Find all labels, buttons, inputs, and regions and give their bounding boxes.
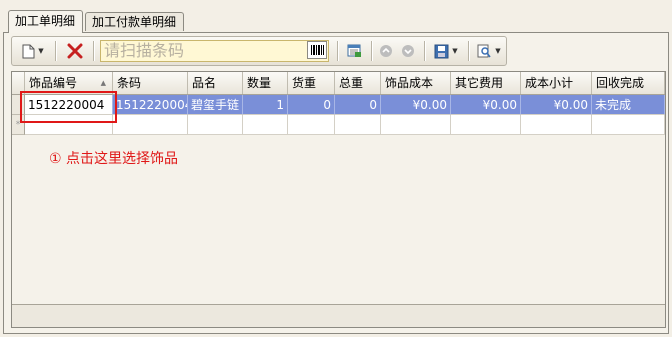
export-button[interactable] [343, 40, 365, 62]
toolbar-separator [468, 41, 470, 61]
cell-other-fees[interactable] [451, 115, 521, 135]
find-icon [477, 44, 491, 57]
column-header-total-weight[interactable]: 总重 [335, 72, 381, 94]
cell-item-cost[interactable] [381, 115, 451, 135]
up-arrow-circle-icon [380, 45, 392, 57]
cell-product-name[interactable] [188, 115, 243, 135]
chevron-down-icon: ▼ [452, 47, 458, 55]
toolbar-separator [55, 41, 57, 61]
chevron-down-icon: ▼ [495, 47, 501, 55]
cell-other-fees[interactable]: ¥0.00 [451, 95, 521, 115]
toolbar-separator [93, 41, 95, 61]
barcode-icon[interactable] [307, 41, 327, 59]
new-button[interactable]: ▼ [16, 40, 50, 62]
down-arrow-circle-icon [402, 45, 414, 57]
column-header-product-name[interactable]: 品名 [188, 72, 243, 94]
chevron-down-icon: ▼ [38, 47, 44, 55]
cell-item-cost[interactable]: ¥0.00 [381, 95, 451, 115]
column-header-other-fees[interactable]: 其它费用 [451, 72, 521, 94]
highlight-box [20, 91, 117, 123]
cell-cost-subtotal[interactable] [521, 115, 592, 135]
previous-button[interactable] [376, 40, 396, 62]
cell-total-weight[interactable] [335, 115, 381, 135]
export-grid-icon [347, 44, 361, 57]
delete-button[interactable] [63, 40, 87, 62]
instruction-note: ① 点击这里选择饰品 [49, 151, 179, 167]
cell-total-weight[interactable]: 0 [335, 95, 381, 115]
cell-cost-subtotal[interactable]: ¥0.00 [521, 95, 592, 115]
toolbar-separator [337, 41, 339, 61]
toolbar: ▼ 请扫描条码 ▼ ▼ [11, 36, 507, 66]
toolbar-separator [424, 41, 426, 61]
barcode-input[interactable]: 请扫描条码 [100, 40, 329, 62]
tab-panel: ▼ 请扫描条码 ▼ ▼ 饰品编号 ▲ 条码 品名 数量 货重 总重 饰品成本 其… [3, 32, 669, 334]
column-header-recycle-complete[interactable]: 回收完成 [592, 72, 665, 94]
cell-quantity[interactable] [243, 115, 288, 135]
column-header-quantity[interactable]: 数量 [243, 72, 288, 94]
tab-processing-payment-detail[interactable]: 加工付款单明细 [85, 12, 184, 31]
save-disk-icon [434, 44, 449, 58]
cell-product-name[interactable]: 碧玺手链 [188, 95, 243, 115]
tab-processing-detail[interactable]: 加工单明细 [8, 10, 83, 33]
save-button[interactable]: ▼ [429, 40, 463, 62]
column-label: 饰品编号 [29, 76, 78, 90]
cell-barcode[interactable]: 1512220004 [113, 95, 188, 115]
column-header-goods-weight[interactable]: 货重 [288, 72, 335, 94]
delete-x-icon [67, 43, 83, 59]
cell-quantity[interactable]: 1 [243, 95, 288, 115]
toolbar-separator [371, 41, 373, 61]
new-document-icon [22, 44, 35, 58]
cell-goods-weight[interactable]: 0 [288, 95, 335, 115]
next-button[interactable] [398, 40, 418, 62]
column-header-barcode[interactable]: 条码 [113, 72, 188, 94]
cell-recycle-complete[interactable] [592, 115, 665, 135]
cell-barcode[interactable] [113, 115, 188, 135]
column-header-cost-subtotal[interactable]: 成本小计 [521, 72, 592, 94]
find-button[interactable]: ▼ [472, 40, 506, 62]
cell-recycle-complete[interactable]: 未完成 [592, 95, 665, 115]
cell-goods-weight[interactable] [288, 115, 335, 135]
grid-footer [12, 304, 665, 327]
column-header-item-cost[interactable]: 饰品成本 [381, 72, 451, 94]
